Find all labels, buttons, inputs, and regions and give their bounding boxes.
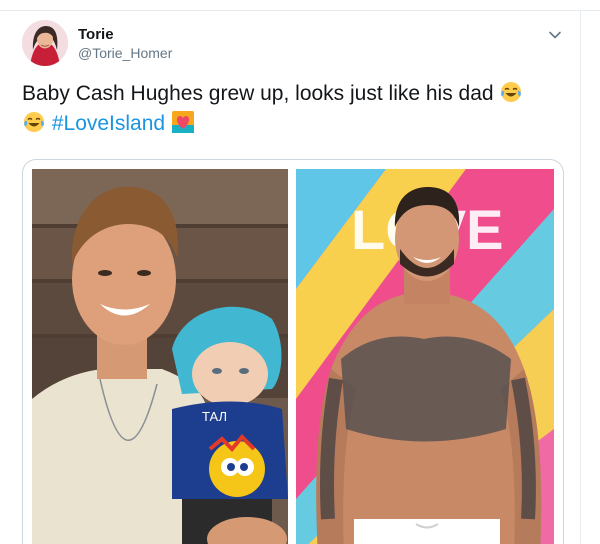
avatar-image-icon: [22, 20, 68, 66]
user-handle[interactable]: @Torie_Homer: [78, 44, 172, 62]
media-grid[interactable]: ТАЛ LOVE: [22, 159, 564, 544]
shirt-print-text: ТАЛ: [202, 409, 227, 424]
love-island-heart-emoji-icon: [171, 111, 194, 133]
tears-of-joy-emoji-icon: [24, 112, 44, 132]
tweet-text: Baby Cash Hughes grew up, looks just lik…: [22, 79, 562, 139]
photo-man-with-baby-doll-icon: ТАЛ: [32, 169, 288, 544]
hashtag-link[interactable]: #LoveIsland: [52, 112, 165, 135]
photo-tattooed-man-icon: LOVE: [296, 169, 554, 544]
user-names: Torie @Torie_Homer: [78, 25, 172, 62]
chevron-down-icon[interactable]: [548, 28, 562, 42]
tweet-card[interactable]: Torie @Torie_Homer Baby Cash Hughes grew…: [0, 11, 581, 544]
page: Torie @Torie_Homer Baby Cash Hughes grew…: [0, 0, 600, 544]
tweet-header: Torie @Torie_Homer: [22, 20, 572, 70]
avatar[interactable]: [22, 20, 68, 66]
display-name[interactable]: Torie: [78, 25, 172, 44]
photo-right[interactable]: LOVE: [296, 169, 554, 544]
tears-of-joy-emoji-icon: [501, 82, 522, 102]
tweet-body-text: Baby Cash Hughes grew up, looks just lik…: [22, 82, 494, 105]
photo-left[interactable]: ТАЛ: [32, 169, 288, 544]
